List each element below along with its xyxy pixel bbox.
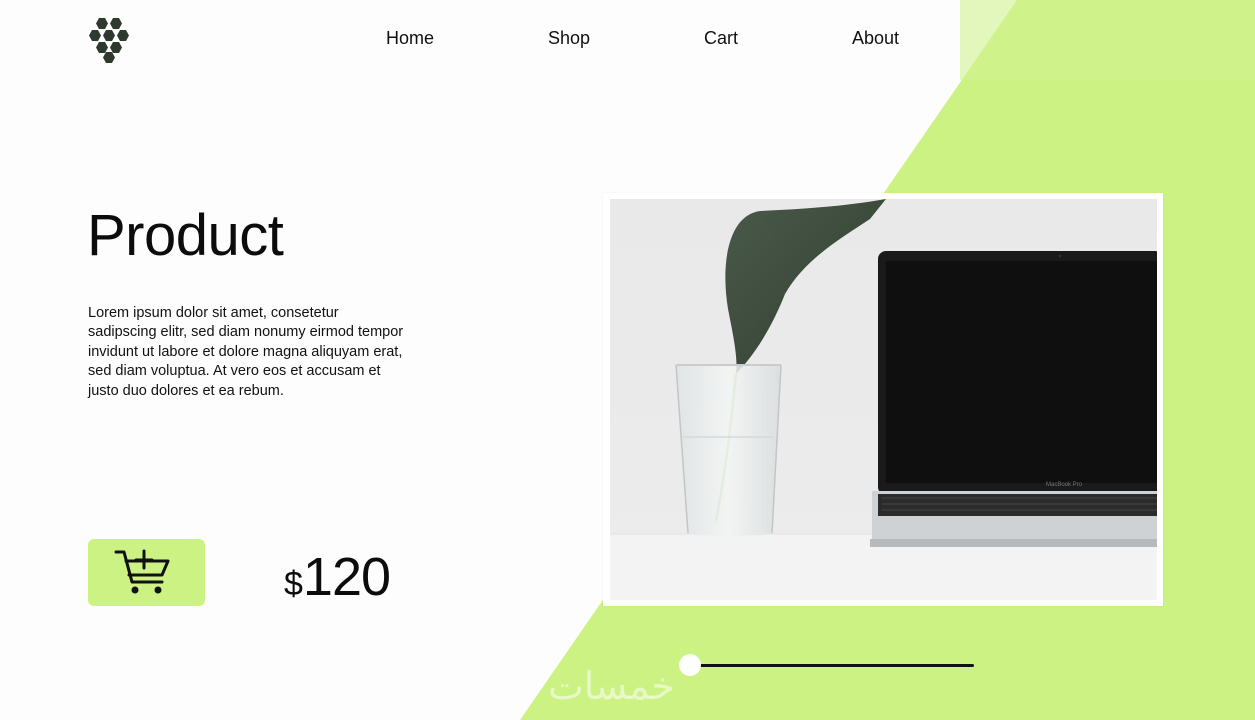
price-currency: $ <box>284 565 303 603</box>
product-description: Lorem ipsum dolor sit amet, consetetur s… <box>88 305 404 399</box>
laptop-brand-label: MacBook Pro <box>1046 482 1083 488</box>
nav-shop-link[interactable]: Shop <box>548 28 590 49</box>
nav-cart-link[interactable]: Cart <box>704 28 738 49</box>
add-to-cart-button[interactable] <box>88 539 205 606</box>
product-price: $120 <box>284 546 391 607</box>
product-photo: MacBook Pro <box>610 199 1157 600</box>
glass-graphic <box>675 364 782 536</box>
slider-knob[interactable] <box>679 654 701 676</box>
product-image-frame: MacBook Pro <box>603 193 1163 606</box>
landing-page: Home Shop Cart About Product Lorem ipsum… <box>0 0 1255 720</box>
price-amount: 120 <box>302 547 391 607</box>
add-to-cart-icon <box>114 549 170 594</box>
product-title: Product <box>87 203 284 268</box>
nav-home-link[interactable]: Home <box>386 28 434 49</box>
main-nav: Home Shop Cart About <box>0 28 1255 54</box>
carousel-slider[interactable] <box>678 653 978 679</box>
watermark-logo: خمسات <box>548 664 675 708</box>
slider-track[interactable] <box>690 664 974 667</box>
laptop-graphic: MacBook Pro <box>870 251 1157 547</box>
nav-about-link[interactable]: About <box>852 28 899 49</box>
